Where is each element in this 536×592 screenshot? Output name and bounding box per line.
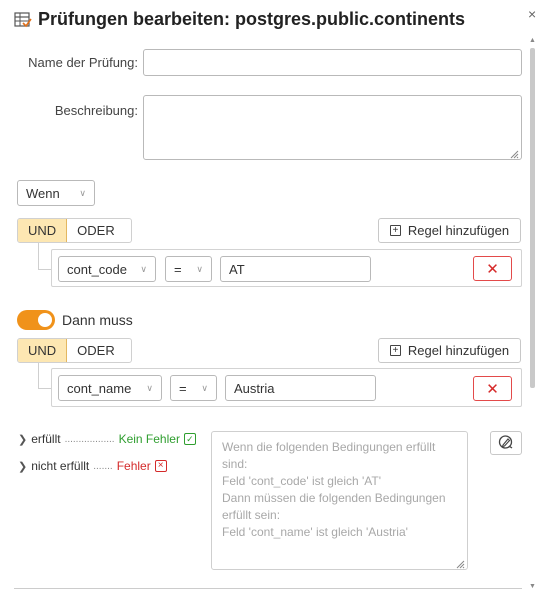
condition-operator-select[interactable]: = ∨: [165, 256, 212, 282]
resize-grip-icon[interactable]: [509, 147, 519, 159]
close-icon: ✕: [486, 380, 499, 398]
edit-description-button[interactable]: [490, 431, 522, 455]
name-label: Name der Prüfung:: [28, 55, 138, 70]
condition-add-rule-button[interactable]: + Regel hinzufügen: [378, 218, 521, 243]
table-check-icon: [14, 11, 32, 29]
chevron-down-icon: ∨: [146, 382, 153, 393]
close-icon[interactable]: ×: [528, 6, 536, 22]
description-input[interactable]: [143, 95, 522, 160]
condition-add-rule-label: Regel hinzufügen: [407, 223, 510, 238]
fulfilled-status: Kein Fehler: [118, 432, 180, 446]
scroll-down-icon[interactable]: ▼: [529, 582, 536, 592]
rule-connector: [38, 243, 39, 270]
check-icon: ✓: [183, 433, 196, 445]
wenn-label: Wenn: [26, 185, 60, 201]
toggle-knob: [38, 313, 52, 327]
result-fulfilled-row: ❯ erfüllt .................. Kein Fehler…: [18, 432, 196, 446]
condition-field-value: cont_code: [67, 261, 127, 277]
dots-leader: ..................: [64, 433, 115, 445]
consequence-delete-rule-button[interactable]: ✕: [473, 376, 512, 401]
consequence-add-rule-button[interactable]: + Regel hinzufügen: [378, 338, 521, 363]
consequence-field-select[interactable]: cont_name ∨: [58, 375, 162, 401]
chevron-down-icon: ∨: [196, 263, 203, 274]
plus-box-icon: +: [389, 225, 401, 236]
wenn-select[interactable]: Wenn ∨: [17, 180, 95, 206]
plus-box-icon: +: [389, 345, 401, 356]
consequence-value-input[interactable]: [225, 375, 376, 401]
not-fulfilled-status: Fehler: [116, 459, 151, 473]
consequence-operator-select[interactable]: = ∨: [170, 375, 217, 401]
condition-operator-toggle[interactable]: UND ODER: [17, 218, 132, 243]
consequence-operator-value: =: [179, 380, 187, 396]
rule-connector: [38, 388, 52, 389]
condition-und-option[interactable]: UND: [18, 219, 68, 242]
consequence-und-option[interactable]: UND: [18, 339, 68, 362]
condition-oder-option[interactable]: ODER: [67, 219, 125, 242]
chevron-down-icon: ∨: [140, 263, 147, 274]
chevron-down-icon: ∨: [201, 382, 208, 393]
condition-delete-rule-button[interactable]: ✕: [473, 256, 512, 281]
consequence-operator-toggle[interactable]: UND ODER: [17, 338, 132, 363]
chevron-down-icon: ∨: [79, 187, 86, 198]
consequence-add-rule-label: Regel hinzufügen: [407, 343, 510, 358]
scrollbar-thumb[interactable]: [530, 48, 535, 388]
condition-value-input[interactable]: [220, 256, 371, 282]
description-label: Beschreibung:: [54, 103, 138, 118]
consequence-oder-option[interactable]: ODER: [67, 339, 125, 362]
scroll-up-icon[interactable]: ▲: [529, 36, 536, 46]
dots-leader: .......: [93, 460, 113, 472]
resize-grip-icon[interactable]: [455, 557, 465, 569]
page-title: Prüfungen bearbeiten: postgres.public.co…: [38, 9, 466, 29]
divider: [14, 588, 522, 589]
edit-pencil-icon: [498, 434, 514, 453]
name-input[interactable]: [143, 49, 522, 76]
rule-connector: [38, 269, 52, 270]
dann-toggle[interactable]: [17, 310, 55, 330]
condition-field-select[interactable]: cont_code ∨: [58, 256, 156, 282]
rule-connector: [38, 363, 39, 389]
chevron-right-icon[interactable]: ❯: [18, 433, 27, 446]
consequence-field-value: cont_name: [67, 380, 132, 396]
rule-summary-text: Wenn die folgenden Bedingungen erfüllt s…: [211, 431, 468, 570]
close-icon: ✕: [486, 260, 499, 278]
condition-operator-value: =: [174, 261, 182, 277]
result-not-fulfilled-row: ❯ nicht erfüllt ....... Fehler ×: [18, 459, 167, 473]
fulfilled-label: erfüllt: [31, 432, 61, 446]
error-x-icon: ×: [154, 460, 167, 472]
dann-label: Dann muss: [62, 312, 133, 328]
not-fulfilled-label: nicht erfüllt: [31, 459, 90, 473]
chevron-right-icon[interactable]: ❯: [18, 460, 27, 473]
